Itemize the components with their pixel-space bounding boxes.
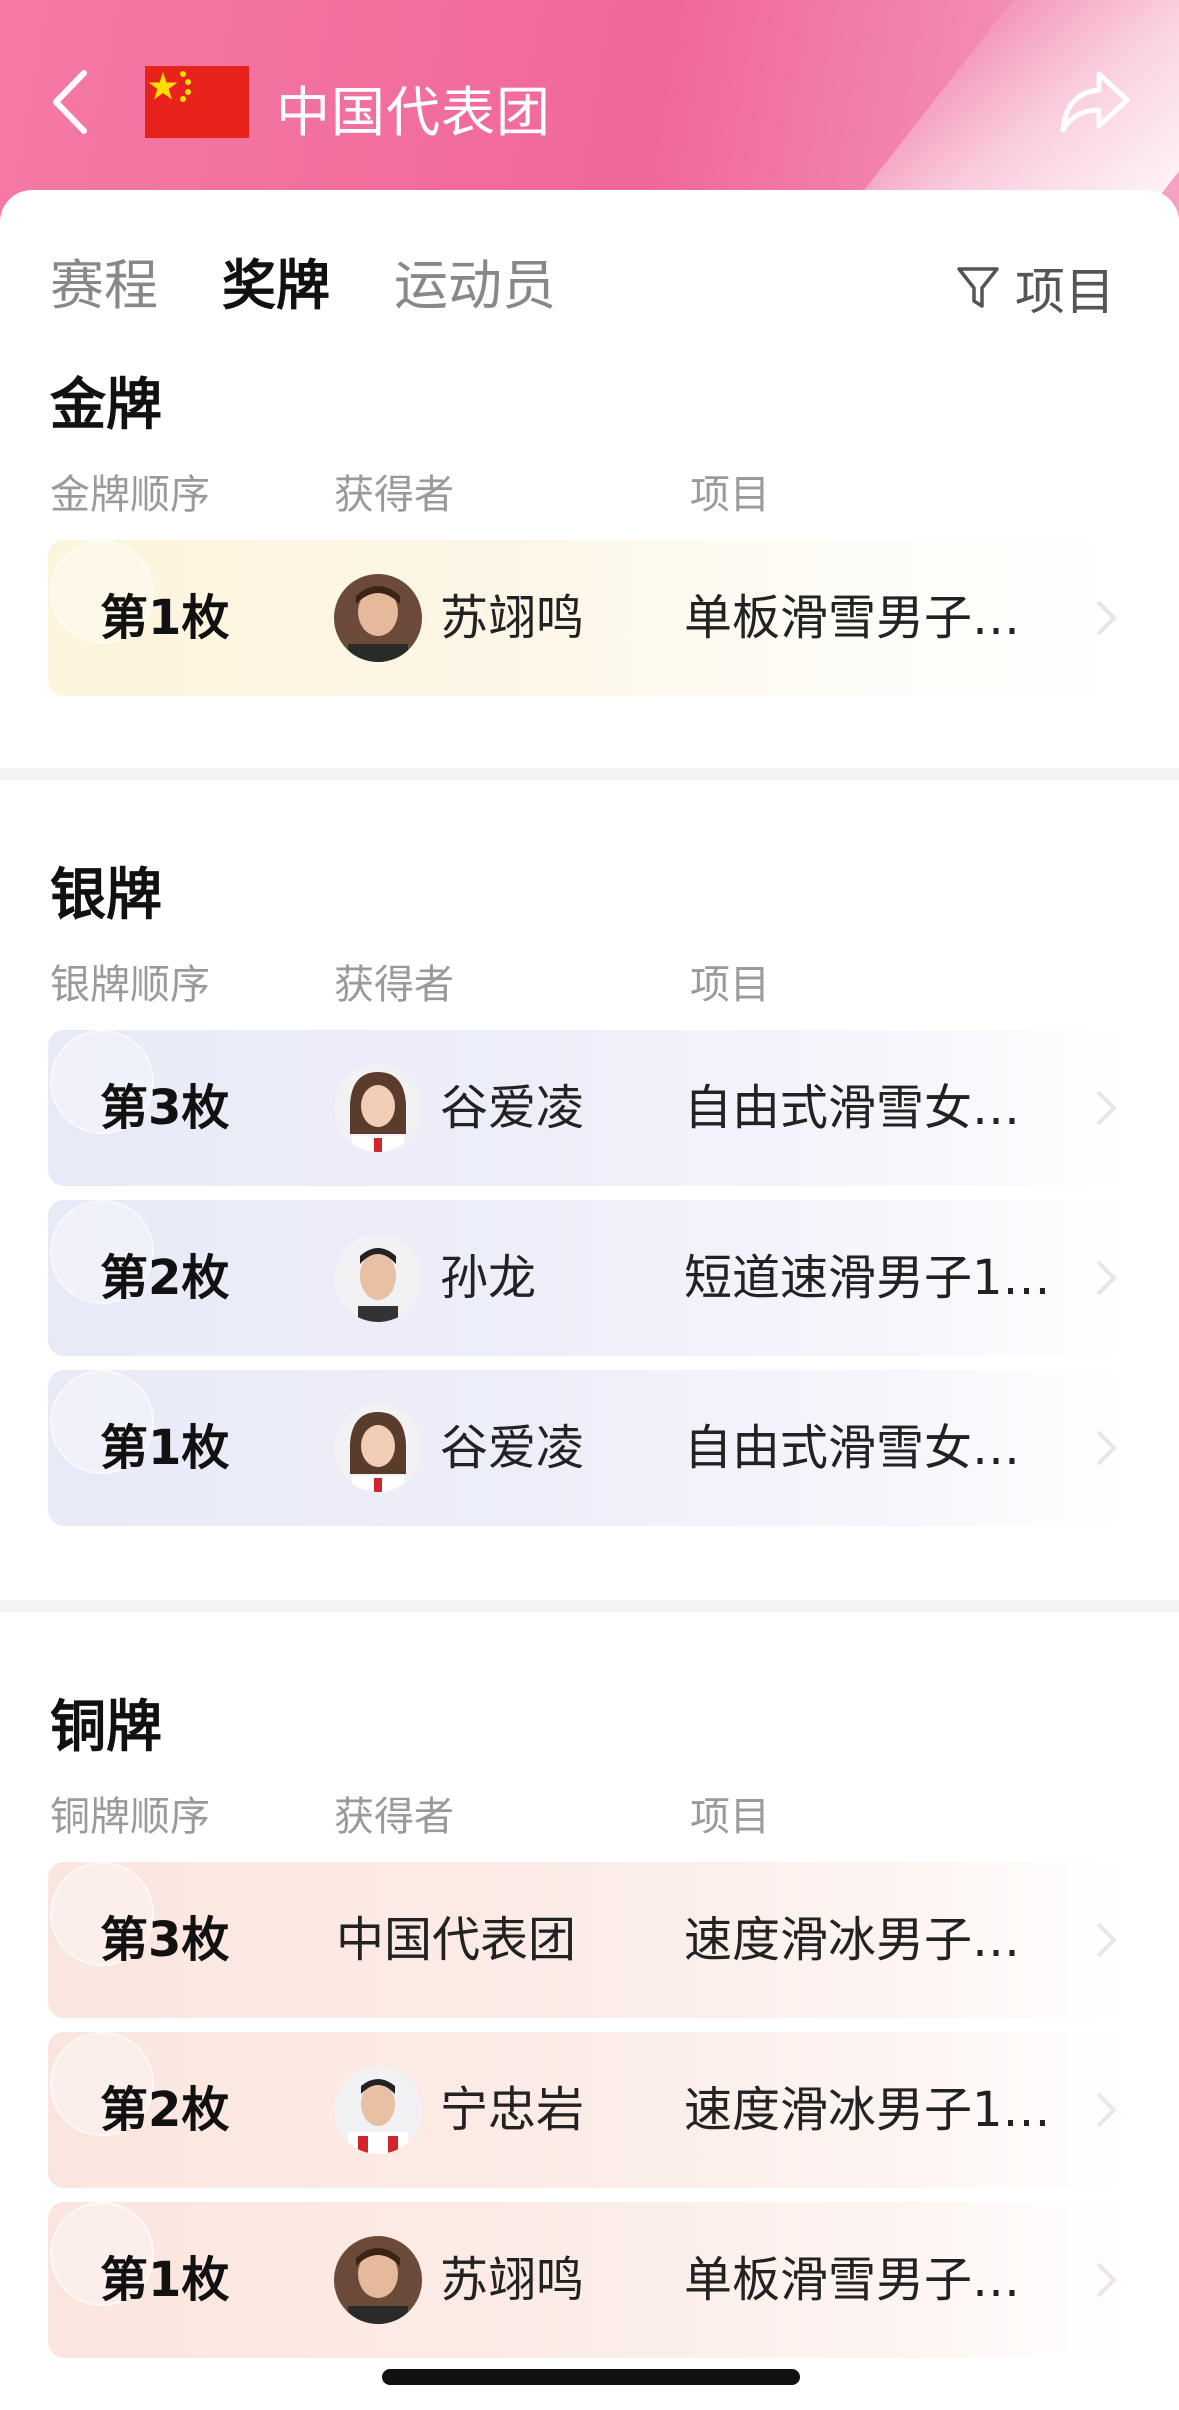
winner-name: 苏翊鸣 — [440, 2252, 585, 2308]
back-button[interactable] — [40, 62, 100, 142]
medal-row-silver-2[interactable]: 第2枚 孙龙 短道速滑男子1… — [48, 1200, 1128, 1356]
tab-athletes[interactable]: 运动员 — [394, 241, 556, 320]
section-divider — [0, 768, 1179, 780]
winner-name: 宁忠岩 — [440, 2082, 585, 2138]
winner-name: 中国代表团 — [336, 1912, 577, 1968]
event-name: 单板滑雪男子… — [684, 2252, 1021, 2308]
tab-medals[interactable]: 奖牌 — [222, 241, 330, 320]
silver-order-header: 银牌顺序 — [50, 962, 210, 1008]
medal-order: 第1枚 — [100, 590, 230, 646]
event-name: 自由式滑雪女… — [684, 1080, 1021, 1136]
bronze-winner-header: 获得者 — [334, 1794, 454, 1840]
medal-row-bronze-2[interactable]: 第2枚 宁忠岩 速度滑冰男子1… — [48, 2032, 1128, 2188]
gold-section-title: 金牌 — [50, 373, 162, 438]
medal-order: 第3枚 — [100, 1080, 230, 1136]
winner-name: 谷爱凌 — [440, 1420, 585, 1476]
filter-funnel-icon — [957, 267, 999, 308]
bronze-order-header: 铜牌顺序 — [50, 1794, 210, 1840]
chevron-right-icon — [1096, 2262, 1117, 2298]
winner-name: 谷爱凌 — [440, 1080, 585, 1136]
silver-winner-header: 获得者 — [334, 962, 454, 1008]
medal-row-silver-1[interactable]: 第1枚 谷爱凌 自由式滑雪女… — [48, 1370, 1128, 1526]
page-title: 中国代表团 — [276, 81, 551, 144]
medal-row-silver-3[interactable]: 第3枚 谷爱凌 自由式滑雪女… — [48, 1030, 1128, 1186]
event-filter-button[interactable]: 项目 — [955, 252, 1115, 324]
china-flag-icon — [145, 66, 249, 138]
silver-section-title: 银牌 — [50, 863, 162, 928]
athlete-avatar — [334, 574, 422, 662]
filter-label: 项目 — [1015, 263, 1115, 321]
tab-schedule[interactable]: 赛程 — [50, 241, 158, 320]
gold-order-header: 金牌顺序 — [50, 472, 210, 518]
section-divider — [0, 1600, 1179, 1612]
event-name: 速度滑冰男子1… — [684, 2082, 1051, 2138]
athlete-avatar — [334, 2066, 422, 2154]
chevron-right-icon — [1096, 600, 1117, 636]
medal-order: 第1枚 — [100, 1420, 230, 1476]
gold-event-header: 项目 — [690, 472, 770, 518]
athlete-avatar — [334, 1234, 422, 1322]
event-name: 速度滑冰男子… — [684, 1912, 1021, 1968]
chevron-right-icon — [1096, 1922, 1117, 1958]
athlete-avatar — [334, 2236, 422, 2324]
share-button[interactable] — [1059, 68, 1131, 136]
athlete-avatar — [334, 1404, 422, 1492]
tab-bar: 赛程 奖牌 运动员 — [50, 250, 620, 320]
share-arrow-icon — [1060, 71, 1130, 133]
event-name: 自由式滑雪女… — [684, 1420, 1021, 1476]
chevron-right-icon — [1096, 1260, 1117, 1296]
bronze-event-header: 项目 — [690, 1794, 770, 1840]
winner-name: 孙龙 — [440, 1250, 537, 1306]
event-name: 单板滑雪男子… — [684, 590, 1021, 646]
chevron-left-icon — [53, 70, 87, 134]
home-indicator[interactable] — [382, 2369, 800, 2385]
athlete-avatar — [334, 1064, 422, 1152]
medal-row-bronze-1[interactable]: 第1枚 苏翊鸣 单板滑雪男子… — [48, 2202, 1128, 2358]
medal-order: 第1枚 — [100, 2252, 230, 2308]
medal-row-bronze-3[interactable]: 第3枚 中国代表团 速度滑冰男子… — [48, 1862, 1128, 2018]
medal-order: 第3枚 — [100, 1912, 230, 1968]
bronze-section-title: 铜牌 — [50, 1695, 162, 1760]
medal-order: 第2枚 — [100, 1250, 230, 1306]
chevron-right-icon — [1096, 1430, 1117, 1466]
event-name: 短道速滑男子1… — [684, 1250, 1051, 1306]
silver-event-header: 项目 — [690, 962, 770, 1008]
winner-name: 苏翊鸣 — [440, 590, 585, 646]
gold-winner-header: 获得者 — [334, 472, 454, 518]
chevron-right-icon — [1096, 1090, 1117, 1126]
medal-order: 第2枚 — [100, 2082, 230, 2138]
chevron-right-icon — [1096, 2092, 1117, 2128]
medal-row-gold-1[interactable]: 第1枚 苏翊鸣 单板滑雪男子… — [48, 540, 1128, 696]
